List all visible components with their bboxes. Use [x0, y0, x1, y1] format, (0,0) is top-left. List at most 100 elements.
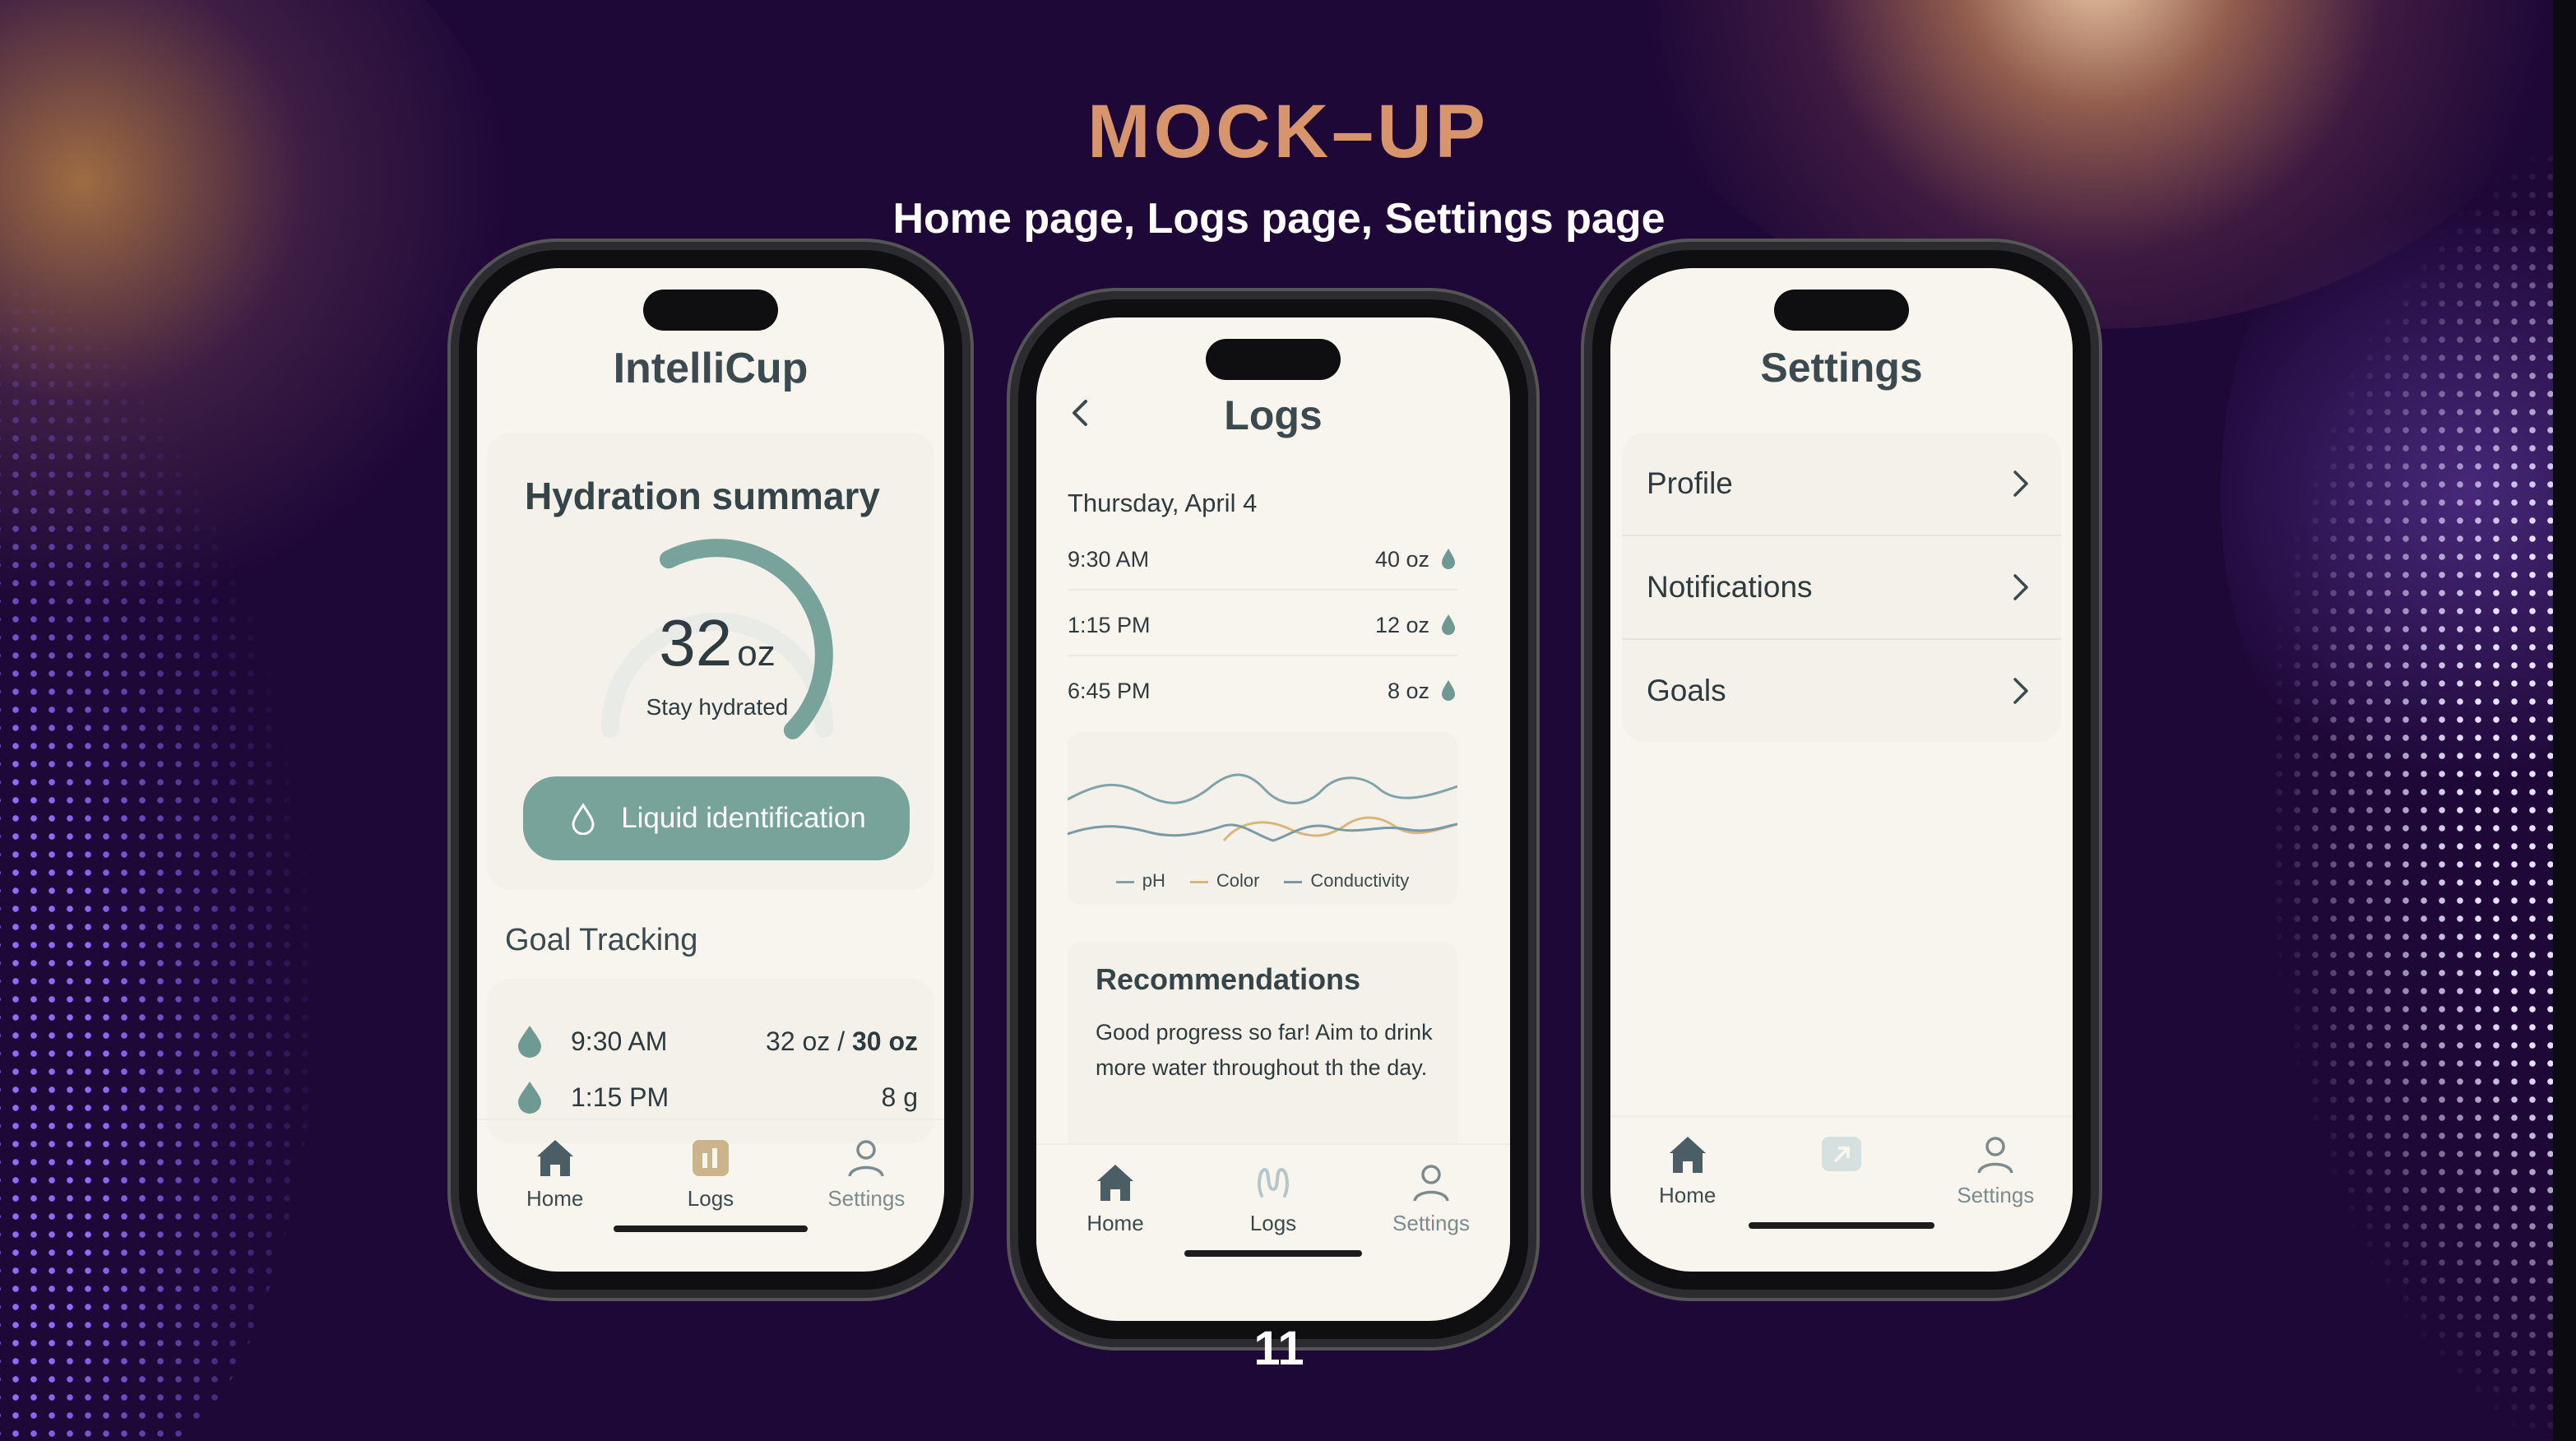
log-time: 1:15 PM: [1068, 612, 1151, 637]
user-icon: [848, 1140, 885, 1177]
chevron-right-icon: [2013, 574, 2028, 600]
home-icon: [1097, 1165, 1133, 1201]
phone-logs: Logs Thursday, April 4 9:30 AM 40 oz 1:1…: [1018, 299, 1528, 1339]
dot-pattern-right: [2270, 132, 2576, 1441]
logs-icon: [692, 1140, 729, 1176]
log-entry[interactable]: 9:30 AM 40 oz: [1068, 530, 1457, 591]
tab-home[interactable]: Home: [1049, 1145, 1181, 1236]
summary-title: Hydration summary: [525, 475, 881, 517]
water-drop-outline-icon: [572, 803, 595, 835]
settings-item-profile[interactable]: Profile: [1622, 433, 2061, 536]
legend-label: Conductivity: [1310, 870, 1410, 891]
tab-settings[interactable]: Settings: [800, 1120, 932, 1212]
water-drop-icon: [1442, 549, 1455, 569]
settings-item-goals[interactable]: Goals: [1622, 640, 2061, 742]
user-icon: [1977, 1137, 2014, 1174]
water-drop-icon: [518, 1026, 541, 1058]
chevron-right-icon: [2013, 470, 2028, 497]
goal-amount: 8 g: [881, 1082, 918, 1112]
legend-item-conductivity: Conductivity: [1284, 870, 1409, 892]
dynamic-island: [1206, 339, 1341, 380]
log-amount: 40 oz: [1374, 546, 1429, 572]
log-amount: 12 oz: [1374, 612, 1429, 637]
phone-home: IntelliCup Hydration summary 32 oz Stay h…: [459, 250, 962, 1290]
recommendations-card: Recommendations Good progress so far! Ai…: [1068, 941, 1457, 1155]
gauge-unit: oz: [737, 633, 776, 674]
phone-settings: Settings Profile Notifications Goals Hom…: [1592, 250, 2091, 1290]
settings-item-label: Notifications: [1647, 570, 1813, 604]
goal-time: 1:15 PM: [571, 1082, 669, 1112]
tab-label: Logs: [687, 1186, 734, 1211]
liquid-identification-button[interactable]: Liquid identification: [523, 776, 910, 860]
tab-label: Settings: [1392, 1211, 1470, 1235]
goal-separator: /: [837, 1026, 846, 1056]
settings-screen: Settings Profile Notifications Goals Hom…: [1610, 268, 2073, 1272]
settings-item-notifications[interactable]: Notifications: [1622, 536, 2061, 640]
legend-item-ph: pH: [1115, 870, 1165, 892]
tab-label: Home: [1086, 1211, 1144, 1235]
goal-tracking-title: Goal Tracking: [505, 923, 698, 957]
log-date: Thursday, April 4: [1068, 489, 1258, 517]
gauge-value: 32 oz: [487, 605, 944, 681]
home-icon: [1669, 1137, 1706, 1173]
chevron-right-icon: [2013, 678, 2028, 704]
tab-logs[interactable]: Logs: [645, 1120, 776, 1212]
gauge-number: 32: [659, 606, 733, 679]
logs-screen: Logs Thursday, April 4 9:30 AM 40 oz 1:1…: [1036, 317, 1510, 1321]
goal-row: 1:15 PM 8 g: [515, 1073, 918, 1122]
tab-settings[interactable]: Settings: [1365, 1145, 1497, 1236]
page-number: 11: [1253, 1322, 1304, 1375]
settings-menu: Profile Notifications Goals: [1622, 433, 2061, 742]
tab-bar: Home Logs Settings: [477, 1119, 944, 1227]
legend-label: pH: [1142, 870, 1165, 891]
tab-label: Home: [526, 1186, 584, 1211]
tab-label: Settings: [1957, 1183, 2035, 1207]
settings-item-label: Profile: [1647, 466, 1733, 500]
log-entry[interactable]: 1:15 PM 12 oz: [1068, 595, 1457, 656]
user-icon: [1413, 1165, 1449, 1202]
image-icon: [1821, 1137, 1861, 1171]
tab-label: Settings: [827, 1186, 906, 1211]
sensor-chart: pH Color Conductivity: [1067, 732, 1458, 905]
goal-amount: 32 oz: [766, 1026, 831, 1056]
tab-label: Home: [1658, 1183, 1717, 1207]
log-time: 9:30 AM: [1068, 546, 1150, 572]
settings-item-label: Goals: [1647, 674, 1726, 707]
dynamic-island: [643, 290, 778, 331]
home-screen: IntelliCup Hydration summary 32 oz Stay h…: [477, 268, 944, 1272]
home-icon: [536, 1140, 573, 1176]
tab-settings[interactable]: Settings: [1930, 1117, 2061, 1208]
hydration-summary-card: Hydration summary 32 oz Stay hydrated Liq…: [487, 433, 934, 890]
legend-item-color: Color: [1189, 870, 1260, 892]
water-drop-icon: [1442, 680, 1455, 701]
log-amount: 8 oz: [1387, 678, 1429, 703]
tab-home[interactable]: Home: [489, 1120, 621, 1212]
tab-bar: Home Settings: [1610, 1115, 2073, 1224]
tab-image[interactable]: [1776, 1117, 1907, 1183]
gauge-caption: Stay hydrated: [646, 694, 789, 720]
series-line-ph: [1067, 773, 1458, 804]
slide-subtitle: Home page, Logs page, Settings page: [892, 195, 1666, 243]
recommendations-title: Recommendations: [1096, 962, 1361, 996]
recommendations-text: Good progress so far! Aim to drink more …: [1096, 1020, 1433, 1080]
liquid-button-label: Liquid identification: [621, 802, 866, 834]
tab-label: Logs: [1249, 1211, 1297, 1235]
tab-logs[interactable]: Logs: [1207, 1145, 1339, 1236]
goal-time: 9:30 AM: [571, 1026, 668, 1056]
tab-bar: Home Logs Settings: [1036, 1143, 1510, 1252]
goal-row: 9:30 AM 32 oz / 30 oz: [515, 1017, 918, 1066]
page-title: Logs: [1224, 392, 1323, 438]
goal-target: 30 oz: [851, 1026, 918, 1056]
dynamic-island: [1774, 290, 1909, 331]
tab-home[interactable]: Home: [1622, 1117, 1754, 1208]
legend-label: Color: [1216, 870, 1260, 891]
home-indicator: [1184, 1250, 1362, 1257]
slide-title: MOCK–UP: [1086, 90, 1490, 174]
log-entry[interactable]: 6:45 PM 8 oz: [1068, 661, 1457, 720]
logs-icon: [1258, 1167, 1289, 1198]
sensor-chart-plot: [1067, 773, 1458, 842]
water-drop-icon: [1442, 614, 1455, 635]
app-title: IntelliCup: [613, 345, 808, 392]
page-title: Settings: [1760, 345, 1923, 391]
chart-legend: pH Color Conductivity: [1068, 870, 1457, 892]
